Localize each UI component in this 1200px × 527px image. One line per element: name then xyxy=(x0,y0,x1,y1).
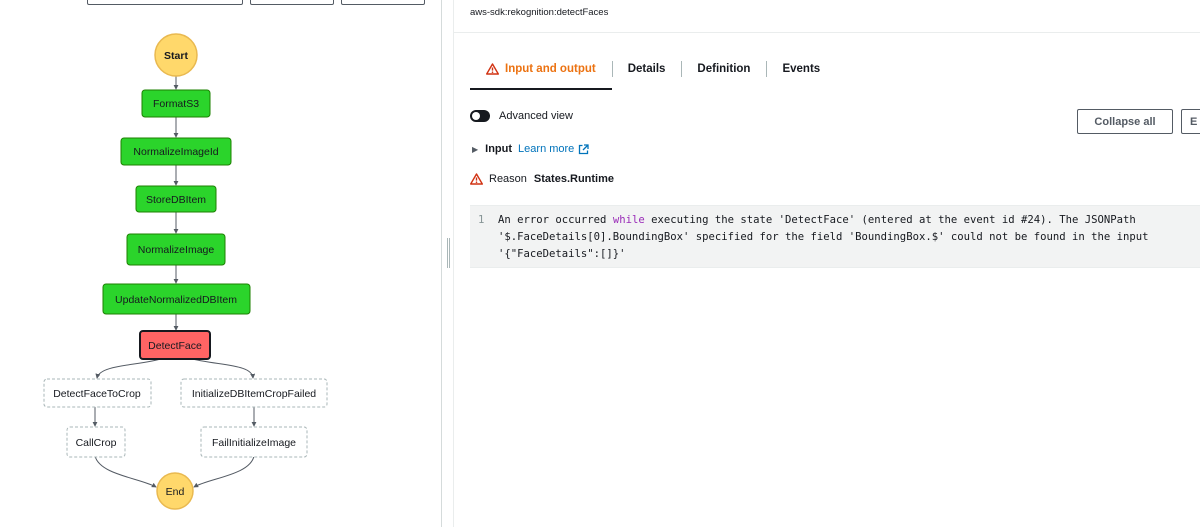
reason-value: States.Runtime xyxy=(533,173,614,185)
advanced-view-toggle[interactable] xyxy=(470,110,490,122)
state-machine-graph: Start FormatS3 NormalizeImageId StoreDBI… xyxy=(43,33,328,510)
start-node-label: Start xyxy=(164,50,188,62)
state-node-detectface[interactable]: DetectFace xyxy=(139,330,211,360)
tab-label: Details xyxy=(627,63,666,75)
collapse-all-button[interactable]: Collapse all xyxy=(1077,109,1173,134)
state-node-updatenormalizeddbitem[interactable]: UpdateNormalizedDBItem xyxy=(102,283,251,315)
code-keyword: while xyxy=(612,214,645,226)
error-reason: Reason States.Runtime xyxy=(470,173,614,185)
toggle-knob xyxy=(472,112,480,120)
graph-view-pane: Start FormatS3 NormalizeImageId StoreDBI… xyxy=(0,0,441,527)
graph-edge xyxy=(95,357,165,379)
advanced-view-label: Advanced view xyxy=(499,110,573,122)
expand-all-button[interactable]: E xyxy=(1181,109,1200,134)
graph-edge xyxy=(187,357,256,379)
detail-tabs: Input and output Details Definition Even… xyxy=(470,48,836,90)
graph-edge xyxy=(193,455,255,488)
state-node-label: DetectFace xyxy=(148,340,202,352)
tab-events[interactable]: Events xyxy=(766,48,836,90)
end-node-label: End xyxy=(166,486,185,498)
start-node[interactable]: Start xyxy=(154,33,198,77)
learn-more-link[interactable]: Learn more xyxy=(518,143,589,155)
tab-details[interactable]: Details xyxy=(611,48,682,90)
tab-input-and-output[interactable]: Input and output xyxy=(470,48,612,90)
learn-more-label: Learn more xyxy=(518,143,575,155)
state-node-normalizeimageid[interactable]: NormalizeImageId xyxy=(120,137,232,166)
tab-label: Definition xyxy=(697,63,751,75)
warning-icon xyxy=(486,63,499,75)
end-node[interactable]: End xyxy=(156,472,194,510)
state-node-initializedbitemcropfailed[interactable]: InitializeDBItemCropFailed xyxy=(180,378,328,408)
caret-right-icon: ▶ xyxy=(472,144,479,154)
warning-icon xyxy=(470,173,483,185)
state-node-callcrop[interactable]: CallCrop xyxy=(66,426,126,458)
state-node-label: InitializeDBItemCropFailed xyxy=(192,388,316,400)
advanced-view-toggle-row: Advanced view xyxy=(470,110,573,122)
state-node-failinitializeimage[interactable]: FailInitializeImage xyxy=(200,426,308,458)
state-node-label: UpdateNormalizedDBItem xyxy=(115,294,237,306)
code-text-segment: An error occurred xyxy=(498,214,613,226)
input-section-header[interactable]: ▶ Input Learn more xyxy=(472,143,589,155)
state-node-label: StoreDBItem xyxy=(146,194,206,206)
external-link-icon xyxy=(579,143,589,154)
state-node-detectfacetocrop[interactable]: DetectFaceToCrop xyxy=(43,378,152,408)
step-details-pane: aws-sdk:rekognition:detectFaces Input an… xyxy=(454,0,1200,527)
reason-label: Reason xyxy=(489,173,527,185)
state-node-label: CallCrop xyxy=(76,437,117,449)
state-node-storedbitem[interactable]: StoreDBItem xyxy=(135,185,217,213)
tab-label: Input and output xyxy=(505,63,596,75)
state-node-label: NormalizeImageId xyxy=(133,146,218,158)
divider xyxy=(454,32,1200,33)
error-cause-text: An error occurred while executing the st… xyxy=(498,212,1198,263)
state-node-label: NormalizeImage xyxy=(138,244,215,256)
resource-name: aws-sdk:rekognition:detectFaces xyxy=(470,7,609,18)
input-label: Input xyxy=(485,143,513,155)
state-node-label: FormatS3 xyxy=(153,98,199,110)
error-cause-code-block: 1 An error occurred while executing the … xyxy=(470,205,1200,268)
graph-edge xyxy=(94,455,157,488)
tab-label: Events xyxy=(782,63,821,75)
tab-definition[interactable]: Definition xyxy=(681,48,766,90)
split-panel-divider[interactable] xyxy=(441,0,454,527)
state-node-normalizeimage[interactable]: NormalizeImage xyxy=(126,233,226,266)
state-node-label: DetectFaceToCrop xyxy=(53,388,141,400)
line-number: 1 xyxy=(478,214,485,226)
resize-handle[interactable] xyxy=(447,238,450,268)
state-node-formats3[interactable]: FormatS3 xyxy=(141,89,211,118)
state-node-label: FailInitializeImage xyxy=(212,437,296,449)
